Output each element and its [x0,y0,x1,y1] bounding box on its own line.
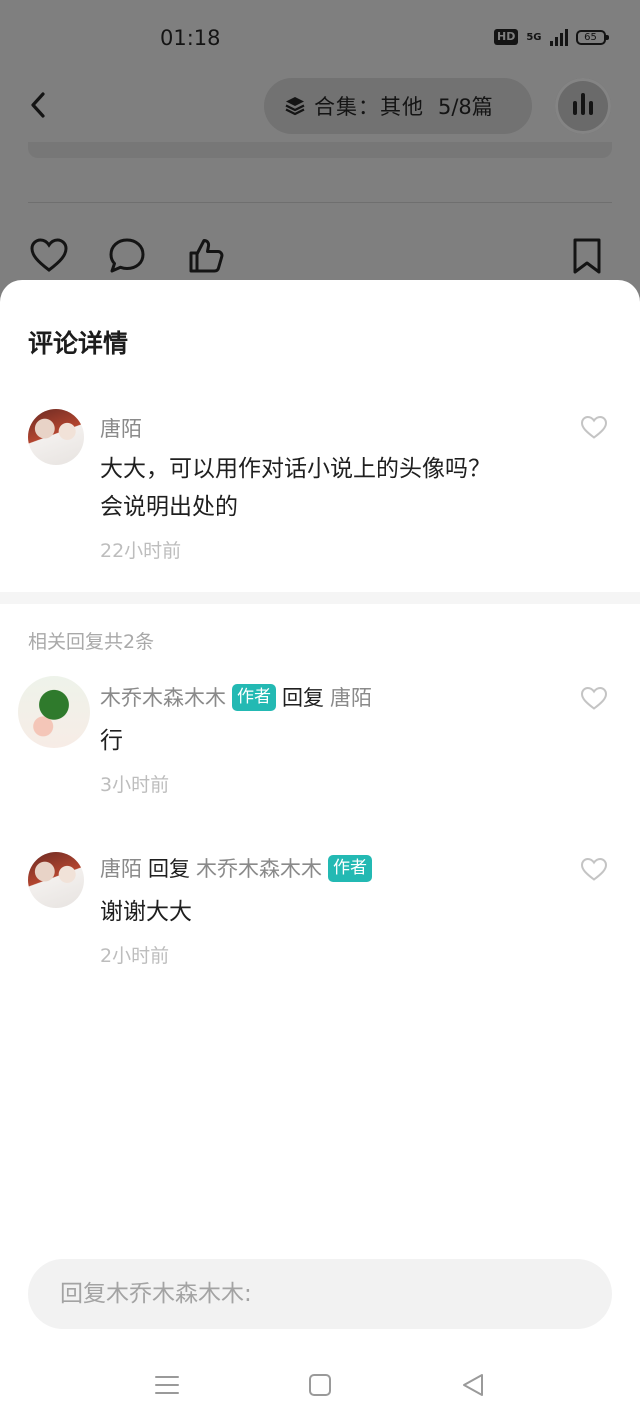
menu-icon[interactable] [152,1370,182,1400]
battery-level: 65 [584,31,597,43]
author-tag: 作者 [328,854,372,882]
reply-header: 唐陌 回复 木乔木森木木 作者 [100,853,378,883]
reply-username[interactable]: 唐陌 [100,853,142,883]
replies-count: 相关回复共2条 [28,631,155,653]
collection-progress: 5/8篇 [438,95,493,119]
collection-label: 合集：其他 [314,95,424,119]
reply-to-username[interactable]: 唐陌 [330,682,372,712]
reply-to-username[interactable]: 木乔木森木木 [196,853,322,883]
audio-icon [571,93,595,119]
section-divider [0,592,640,604]
sheet-title: 评论详情 [28,329,129,358]
hd-badge: HD [494,29,519,45]
reply-header: 木乔木森木木 作者 回复 唐陌 [100,682,372,712]
reply-time: 3小时前 [100,774,170,796]
chevron-left-icon [31,92,45,118]
status-time: 01:18 [160,26,221,50]
reply-username[interactable]: 木乔木森木木 [100,682,226,712]
comment-time: 22小时前 [100,540,182,562]
comment-text-line-1: 大大，可以用作对话小说上的头像吗？ [100,456,491,482]
like-icon[interactable] [186,236,226,276]
comment-text-line-2: 会说明出处的 [100,494,238,520]
reply-time: 2小时前 [100,945,170,967]
system-nav-bar [0,1350,640,1422]
reply-input-bar[interactable] [28,1259,612,1329]
avatar[interactable] [28,852,84,908]
audio-button[interactable] [555,78,611,134]
reply-word: 回复 [282,686,324,710]
heart-icon[interactable] [29,236,69,276]
home-icon[interactable] [305,1370,335,1400]
status-bar: 01:18 HD 5G 65 [0,0,640,80]
heart-icon[interactable] [580,685,608,711]
signal-icon [549,28,568,46]
reply-word: 回复 [148,857,190,881]
avatar[interactable] [28,409,84,465]
layers-icon [285,97,305,116]
bookmark-icon[interactable] [569,236,605,276]
comment-text[interactable]: 大大，可以用作对话小说上的头像吗？ 会说明出处的 [100,450,491,526]
author-tag: 作者 [232,683,276,711]
heart-icon[interactable] [580,856,608,882]
divider [28,202,612,203]
collection-button[interactable]: 合集：其他 5/8篇 [264,78,532,134]
reply-text[interactable]: 行 [100,722,123,760]
reply-text[interactable]: 谢谢大大 [100,893,192,931]
reply-input[interactable] [58,1280,582,1308]
content-card-edge [28,142,612,158]
avatar[interactable] [18,676,90,748]
battery-icon: 65 [575,29,609,45]
comment-detail-sheet: 评论详情 唐陌 大大，可以用作对话小说上的头像吗？ 会说明出处的 22小时前 相… [0,280,640,1422]
back-icon[interactable] [458,1370,488,1400]
comment-username[interactable]: 唐陌 [100,413,142,443]
status-icons: HD 5G 65 [494,28,609,46]
network-label: 5G [526,31,542,43]
comment-icon[interactable] [107,236,147,276]
heart-icon[interactable] [580,414,608,440]
back-button[interactable] [24,90,54,120]
